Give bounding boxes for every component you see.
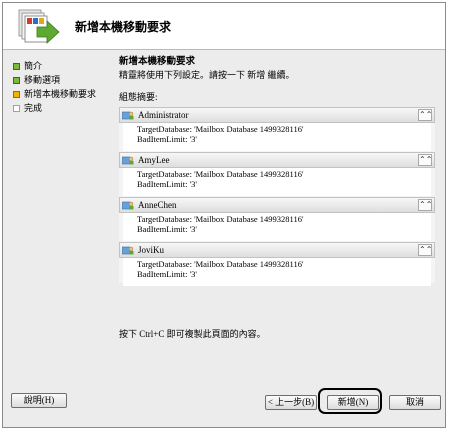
nav-item-label: 移動選項	[24, 75, 61, 85]
user-name: Administrator	[138, 110, 189, 120]
user-mailbox-icon	[122, 201, 134, 209]
user-card-details: TargetDatabase: 'Mailbox Database 149932…	[123, 168, 431, 196]
instruction-text: 精靈將使用下列設定。請按一下 新增 繼續。	[119, 70, 295, 80]
step-complete-icon	[13, 76, 20, 84]
step-pending-icon	[13, 104, 20, 112]
nav-item-intro: 簡介	[13, 59, 113, 73]
user-card: JoviKu ⌃⌃ TargetDatabase: 'Mailbox Datab…	[119, 242, 435, 286]
wizard-title: 新增本機移動要求	[75, 20, 172, 34]
new-button-highlight	[318, 388, 382, 414]
user-card-header[interactable]: AnneChen ⌃⌃	[119, 197, 435, 213]
summary-label: 組態摘要:	[119, 92, 158, 102]
user-card-details: TargetDatabase: 'Mailbox Database 149932…	[123, 213, 431, 241]
user-card: AnneChen ⌃⌃ TargetDatabase: 'Mailbox Dat…	[119, 197, 435, 241]
user-mailbox-icon	[122, 111, 134, 119]
user-card: Administrator ⌃⌃ TargetDatabase: 'Mailbo…	[119, 107, 435, 151]
nav-item-complete: 完成	[13, 101, 113, 115]
nav-item-label: 完成	[24, 103, 43, 113]
wizard-content: 新增本機移動要求 精靈將使用下列設定。請按一下 新增 繼續。 組態摘要:	[119, 57, 437, 103]
section-title: 新增本機移動要求	[119, 57, 196, 67]
bad-item-limit-line: BadItemLimit: '3'	[137, 223, 197, 234]
double-chevron-up-icon[interactable]: ⌃⌃	[418, 199, 432, 211]
user-card-header[interactable]: AmyLee ⌃⌃	[119, 152, 435, 168]
user-name: AnneChen	[138, 200, 177, 210]
nav-item-move-options: 移動選項	[13, 73, 113, 87]
user-name: JoviKu	[138, 245, 165, 255]
double-chevron-up-icon[interactable]: ⌃⌃	[418, 109, 432, 121]
back-button[interactable]: < 上一步(B)	[265, 395, 317, 410]
mailbox-move-icon	[18, 9, 60, 44]
user-card: AmyLee ⌃⌃ TargetDatabase: 'Mailbox Datab…	[119, 152, 435, 196]
wizard-header: 新增本機移動要求	[3, 3, 445, 50]
wizard-step-list: 簡介 移動選項 新增本機移動要求 完成	[13, 59, 113, 115]
user-mailbox-icon	[122, 246, 134, 254]
bad-item-limit-line: BadItemLimit: '3'	[137, 268, 197, 279]
user-card-details: TargetDatabase: 'Mailbox Database 149932…	[123, 258, 431, 286]
double-chevron-up-icon[interactable]: ⌃⌃	[418, 154, 432, 166]
help-button[interactable]: 說明(H)	[11, 393, 67, 408]
configuration-summary[interactable]: Administrator ⌃⌃ TargetDatabase: 'Mailbo…	[119, 107, 435, 286]
nav-item-new-local-move: 新增本機移動要求	[13, 87, 113, 101]
bad-item-limit-line: BadItemLimit: '3'	[137, 133, 197, 144]
nav-item-label: 新增本機移動要求	[24, 89, 97, 99]
user-name: AmyLee	[138, 155, 170, 165]
step-complete-icon	[13, 62, 20, 70]
wizard-window: 新增本機移動要求 簡介 移動選項 新增本機移動要求 完成 新增本機移動要求 精靈…	[2, 2, 446, 428]
cancel-button[interactable]: 取消	[389, 395, 441, 410]
user-card-header[interactable]: Administrator ⌃⌃	[119, 107, 435, 123]
user-card-header[interactable]: JoviKu ⌃⌃	[119, 242, 435, 258]
user-mailbox-icon	[122, 156, 134, 164]
user-card-details: TargetDatabase: 'Mailbox Database 149932…	[123, 123, 431, 151]
nav-item-label: 簡介	[24, 61, 43, 71]
step-current-icon	[13, 90, 20, 98]
copy-hint-text: 按下 Ctrl+C 即可複製此頁面的內容。	[119, 329, 266, 339]
bad-item-limit-line: BadItemLimit: '3'	[137, 178, 197, 189]
double-chevron-up-icon[interactable]: ⌃⌃	[418, 244, 432, 256]
